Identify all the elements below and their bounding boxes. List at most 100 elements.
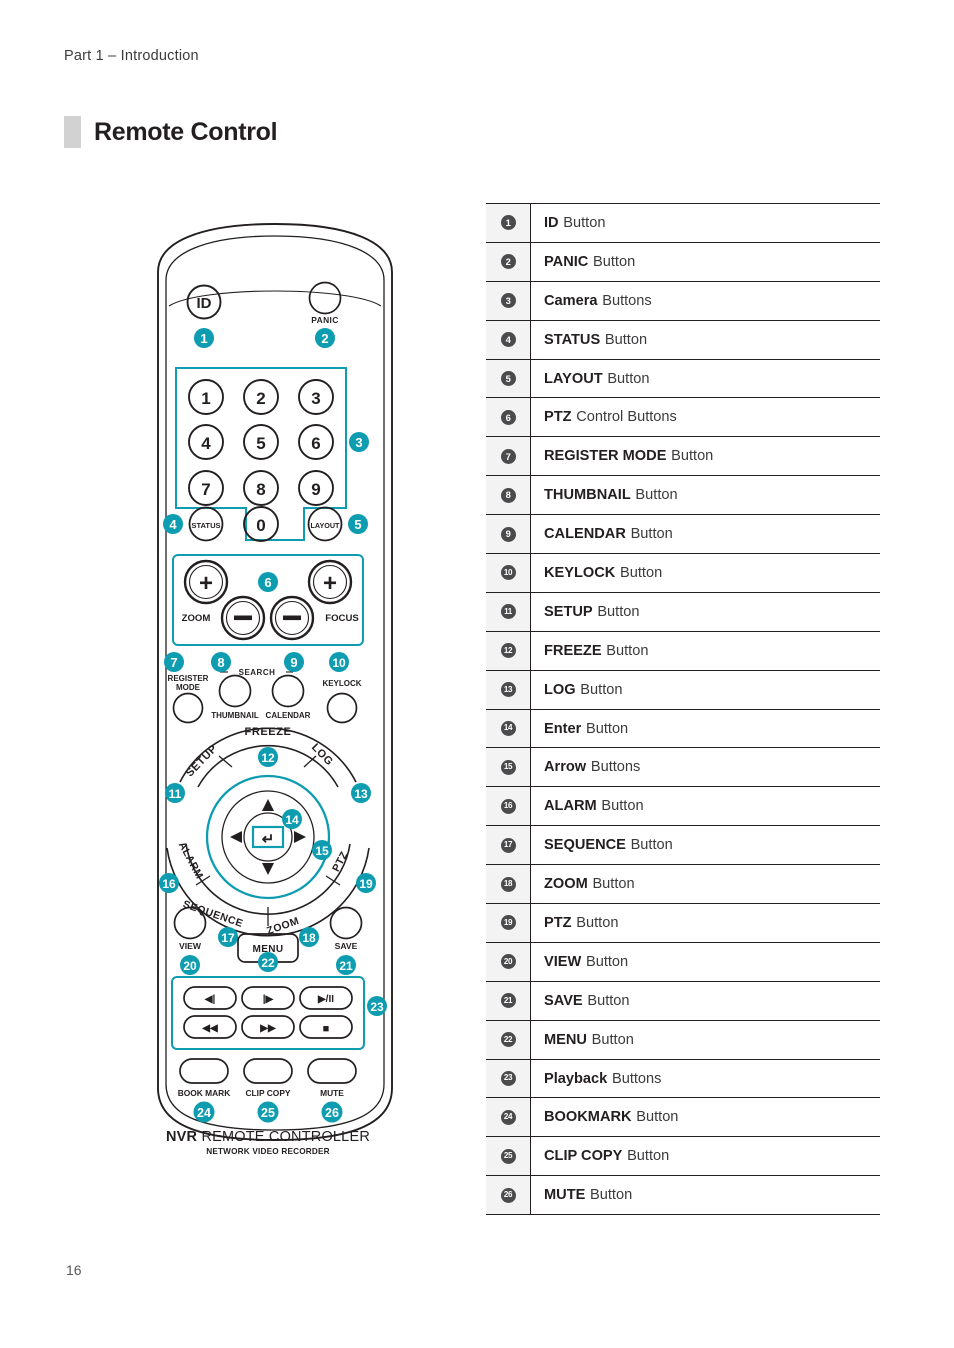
remote-control-diagram: ID 1 PANIC 2 1 2 3 4 5 6 7 8 9 0 3 STATU… <box>140 210 410 1175</box>
row-number-badge: 17 <box>500 837 516 853</box>
row-label-rest: Button <box>630 526 673 543</box>
remote-stop-button[interactable]: ■ <box>299 1015 353 1039</box>
row-label-rest: Button <box>604 331 648 348</box>
svg-text:◀◀: ◀◀ <box>201 1023 218 1034</box>
svg-text:9: 9 <box>311 480 320 499</box>
remote-arrow-down-button[interactable] <box>262 863 274 875</box>
remote-register-mode-button[interactable] <box>172 692 204 724</box>
svg-text:4: 4 <box>169 517 177 532</box>
row-label-cell: STATUS Button <box>531 321 880 359</box>
row-number-badge: 18 <box>500 876 516 892</box>
svg-text:12: 12 <box>261 751 275 765</box>
remote-play-pause-button[interactable]: ▶/II <box>299 986 353 1010</box>
remote-step-back-button[interactable]: ◀| <box>183 986 237 1010</box>
row-label-cell: Enter Button <box>531 710 880 748</box>
remote-arrow-left-button[interactable] <box>230 831 242 843</box>
row-label-rest: Buttons <box>611 1070 662 1087</box>
remote-clipcopy-button[interactable] <box>243 1058 293 1084</box>
row-label-bold: Enter <box>544 720 582 737</box>
remote-key-0[interactable]: 0 <box>243 506 279 542</box>
row-label-rest: Button <box>635 487 678 504</box>
remote-mute-button[interactable] <box>307 1058 357 1084</box>
remote-id-button[interactable]: ID <box>186 284 222 320</box>
callout-24: 24 <box>193 1101 215 1123</box>
remote-calendar-button[interactable] <box>271 674 305 708</box>
row-label-bold: PANIC <box>544 253 589 270</box>
row-label-rest: Button <box>593 253 636 270</box>
svg-text:|▶: |▶ <box>263 994 275 1005</box>
row-number-cell: 15 <box>486 748 531 787</box>
page-number: 16 <box>66 1262 82 1278</box>
row-label-cell: SEQUENCE Button <box>531 826 880 864</box>
callout-19: 19 <box>356 873 376 893</box>
remote-focus-minus-button[interactable] <box>269 595 315 641</box>
remote-layout-label: LAYOUT <box>311 521 340 530</box>
remote-key-4[interactable]: 4 <box>188 424 224 460</box>
row-number-cell: 16 <box>486 787 531 826</box>
remote-key-2[interactable]: 2 <box>243 379 279 415</box>
row-label-rest: Button <box>585 953 629 970</box>
remote-layout-button[interactable]: LAYOUT <box>307 506 343 542</box>
remote-zoom-minus-button[interactable] <box>220 595 266 641</box>
remote-key-5[interactable]: 5 <box>243 424 279 460</box>
row-number-cell: 21 <box>486 981 531 1020</box>
row-number-badge: 8 <box>500 487 516 503</box>
remote-calendar-label: CALENDAR <box>266 711 311 720</box>
svg-text:5: 5 <box>354 517 361 532</box>
svg-text:■: ■ <box>323 1023 330 1035</box>
remote-keylock-button[interactable] <box>326 692 358 724</box>
row-number-cell: 9 <box>486 515 531 554</box>
remote-zoom-plus-button[interactable]: + <box>183 559 229 605</box>
row-label-bold: SAVE <box>544 992 583 1009</box>
callout-16: 16 <box>159 873 179 893</box>
row-number-cell: 8 <box>486 476 531 515</box>
row-label-bold: MENU <box>544 1031 587 1048</box>
remote-zoom-label: ZOOM <box>182 613 211 624</box>
remote-sequence-label: SEQUENCE <box>181 898 244 930</box>
table-row: 15 Arrow Buttons <box>486 748 880 788</box>
remote-key-1[interactable]: 1 <box>188 379 224 415</box>
table-row: 6 PTZ Control Buttons <box>486 398 880 438</box>
svg-text:2: 2 <box>256 389 265 408</box>
remote-fast-forward-button[interactable]: ▶▶ <box>241 1015 295 1039</box>
remote-rewind-button[interactable]: ◀◀ <box>183 1015 237 1039</box>
svg-text:11: 11 <box>169 787 182 801</box>
table-row: 1 ID Button <box>486 204 880 243</box>
row-label-rest: Buttons <box>590 759 641 776</box>
remote-key-7[interactable]: 7 <box>188 470 224 506</box>
remote-enter-button[interactable]: ↵ <box>251 825 285 849</box>
row-number-badge: 20 <box>500 954 516 970</box>
svg-text:+: + <box>199 570 213 597</box>
remote-panic-button[interactable]: PANIC <box>308 281 342 326</box>
remote-arrow-up-button[interactable] <box>262 799 274 811</box>
remote-key-3[interactable]: 3 <box>298 379 334 415</box>
svg-text:19: 19 <box>359 877 373 891</box>
remote-step-forward-button[interactable]: |▶ <box>241 986 295 1010</box>
svg-text:8: 8 <box>217 655 224 670</box>
row-number-badge: 21 <box>500 993 516 1009</box>
row-label-cell: CLIP COPY Button <box>531 1137 880 1175</box>
remote-thumbnail-label: THUMBNAIL <box>211 711 259 720</box>
row-label-cell: Playback Buttons <box>531 1060 880 1098</box>
remote-arrow-right-button[interactable] <box>294 831 306 843</box>
remote-thumbnail-button[interactable] <box>218 674 252 708</box>
remote-key-8[interactable]: 8 <box>243 470 279 506</box>
remote-brand-line: NVR REMOTE CONTROLLER <box>166 1129 370 1145</box>
svg-text:◀|: ◀| <box>204 994 216 1005</box>
callout-7: 7 <box>164 652 184 672</box>
remote-status-button[interactable]: STATUS <box>188 506 224 542</box>
row-number-badge: 2 <box>500 254 516 270</box>
remote-view-label: VIEW <box>179 941 202 951</box>
callout-12: 12 <box>258 747 278 767</box>
svg-text:24: 24 <box>197 1106 211 1120</box>
row-label-rest: Button <box>587 992 630 1009</box>
callout-26: 26 <box>321 1101 343 1123</box>
row-label-rest: Button <box>671 448 714 465</box>
row-number-cell: 22 <box>486 1020 531 1059</box>
remote-bookmark-button[interactable] <box>179 1058 229 1084</box>
remote-key-9[interactable]: 9 <box>298 470 334 506</box>
remote-key-6[interactable]: 6 <box>298 424 334 460</box>
remote-focus-plus-button[interactable]: + <box>307 559 353 605</box>
remote-save-button[interactable] <box>329 906 363 940</box>
row-number-badge: 5 <box>500 371 516 386</box>
